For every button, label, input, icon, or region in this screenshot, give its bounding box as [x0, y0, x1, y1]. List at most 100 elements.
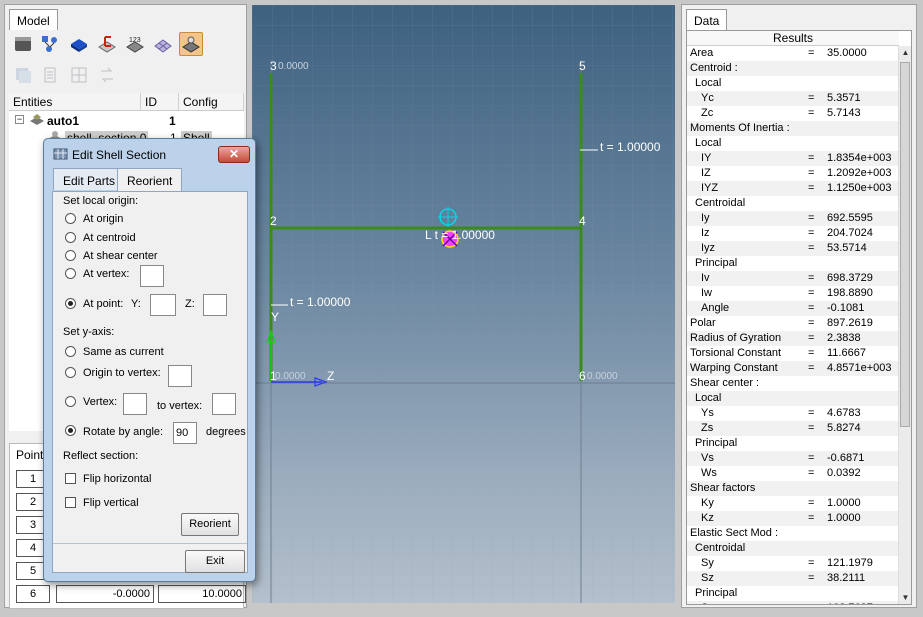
table-row[interactable]: Local: [687, 136, 899, 151]
graphics-viewport[interactable]: 3 0.0000 5 2 4 1 0.0000 6 0.0000 t = 1.0…: [252, 5, 675, 603]
table-row[interactable]: Zc = 5.7143: [687, 106, 899, 121]
table-row[interactable]: Iy = 692.5595: [687, 211, 899, 226]
scrollbar-thumb[interactable]: [900, 62, 910, 427]
table-row[interactable]: Centroidal: [687, 541, 899, 556]
from-vertex-input[interactable]: [123, 393, 147, 415]
flip-horizontal-checkbox[interactable]: [65, 473, 76, 484]
table-row[interactable]: Local: [687, 76, 899, 91]
table-row[interactable]: Principal: [687, 436, 899, 451]
at-origin-radio[interactable]: [65, 213, 76, 224]
table-row[interactable]: Centroid :: [687, 61, 899, 76]
point-z-field[interactable]: 10.0000: [158, 585, 246, 603]
shell-section-icon[interactable]: [95, 32, 119, 56]
point-index[interactable]: 6: [16, 585, 50, 603]
flip-horizontal-label[interactable]: Flip horizontal: [83, 473, 151, 485]
tab-data[interactable]: Data: [686, 9, 728, 30]
flip-vertical-checkbox[interactable]: [65, 497, 76, 508]
table-row[interactable]: Shear center :: [687, 376, 899, 391]
at-shear-center-radio[interactable]: [65, 250, 76, 261]
table-row[interactable]: Ys = 4.6783: [687, 406, 899, 421]
at-point-label[interactable]: At point:: [83, 298, 123, 310]
transfer-icon[interactable]: [95, 63, 119, 87]
table-row[interactable]: Sz = 38.2111: [687, 571, 899, 586]
table-row[interactable]: IY = 1.8354e+003: [687, 151, 899, 166]
origin-vertex-input[interactable]: [168, 365, 192, 387]
table-row[interactable]: Zs = 5.8274: [687, 421, 899, 436]
table-row[interactable]: Shear factors: [687, 481, 899, 496]
at-shear-center-label[interactable]: At shear center: [83, 250, 158, 262]
scroll-up-icon[interactable]: ▲: [899, 46, 911, 59]
table-row[interactable]: Moments Of Inertia :: [687, 121, 899, 136]
link-icon[interactable]: [39, 63, 63, 87]
at-vertex-radio[interactable]: [65, 268, 76, 279]
exit-button[interactable]: Exit: [185, 550, 245, 573]
table-row[interactable]: Warping Constant = 4.8571e+003: [687, 361, 899, 376]
import-section-icon[interactable]: 123: [123, 32, 147, 56]
table-row[interactable]: Iz = 204.7024: [687, 226, 899, 241]
table-row[interactable]: Vs = -0.6871: [687, 451, 899, 466]
reorient-button[interactable]: Reorient: [181, 513, 239, 536]
point-z-input[interactable]: [203, 294, 227, 316]
rotate-by-angle-label[interactable]: Rotate by angle:: [83, 426, 163, 438]
table-row[interactable]: Elastic Sect Mod :: [687, 526, 899, 541]
table-row[interactable]: Yc = 5.3571: [687, 91, 899, 106]
stack-icon[interactable]: [11, 63, 35, 87]
table-row[interactable]: Local: [687, 391, 899, 406]
edit-shell-section-icon[interactable]: [179, 32, 203, 56]
table-row[interactable]: Principal: [687, 586, 899, 601]
table-row[interactable]: Polar = 897.2619: [687, 316, 899, 331]
tab-reorient[interactable]: Reorient: [117, 168, 183, 192]
table-row[interactable]: IYZ = 1.1250e+003: [687, 181, 899, 196]
close-button[interactable]: ✕: [218, 146, 250, 163]
table-row[interactable]: Iv = 698.3729: [687, 271, 899, 286]
entities-column-header[interactable]: Entities: [9, 93, 141, 110]
vertex-to-vertex-radio[interactable]: [65, 396, 76, 407]
vertex-input[interactable]: [140, 265, 164, 287]
at-vertex-label[interactable]: At vertex:: [83, 268, 129, 280]
to-vertex-input[interactable]: [212, 393, 236, 415]
table-row[interactable]: Centroidal: [687, 196, 899, 211]
table-row[interactable]: Iyz = 53.5714: [687, 241, 899, 256]
origin-to-vertex-label[interactable]: Origin to vertex:: [83, 367, 161, 379]
rotate-by-angle-radio[interactable]: [65, 425, 76, 436]
at-centroid-label[interactable]: At centroid: [83, 232, 136, 244]
scroll-down-icon[interactable]: ▼: [899, 591, 911, 604]
tab-edit-parts[interactable]: Edit Parts: [53, 168, 126, 190]
table-row[interactable]: Radius of Gyration = 2.3838: [687, 331, 899, 346]
at-centroid-radio[interactable]: [65, 232, 76, 243]
result-label: Torsional Constant: [690, 347, 782, 359]
table-row[interactable]: Ws = 0.0392: [687, 466, 899, 481]
dialog-titlebar[interactable]: Edit Shell Section ✕: [44, 139, 255, 169]
results-scrollbar[interactable]: ▲ ▼: [898, 46, 911, 604]
table-row[interactable]: Sy = 121.1979: [687, 556, 899, 571]
new-section-icon[interactable]: [11, 32, 35, 56]
at-point-radio[interactable]: [65, 298, 76, 309]
table-row[interactable]: Principal: [687, 256, 899, 271]
table-row[interactable]: Area = 35.0000: [687, 46, 899, 61]
table-row[interactable]: Sv = 102.7637: [687, 601, 899, 604]
config-column-header[interactable]: Config: [179, 93, 244, 110]
table-row[interactable]: Kz = 1.0000: [687, 511, 899, 526]
same-as-current-label[interactable]: Same as current: [83, 346, 164, 358]
angle-input[interactable]: 90: [173, 422, 197, 444]
topology-icon[interactable]: [39, 32, 63, 56]
origin-to-vertex-radio[interactable]: [65, 367, 76, 378]
solid-section-icon[interactable]: [67, 32, 91, 56]
same-as-current-radio[interactable]: [65, 346, 76, 357]
at-origin-label[interactable]: At origin: [83, 213, 123, 225]
table-row[interactable]: IZ = 1.2092e+003: [687, 166, 899, 181]
collapse-icon[interactable]: −: [15, 115, 24, 124]
table-row[interactable]: Iw = 198.8890: [687, 286, 899, 301]
id-column-header[interactable]: ID: [141, 93, 179, 110]
mesh-section-icon[interactable]: [151, 32, 175, 56]
table-row[interactable]: Ky = 1.0000: [687, 496, 899, 511]
vertex-label[interactable]: Vertex:: [83, 396, 117, 408]
point-y-input[interactable]: [150, 294, 176, 316]
tree-row-model[interactable]: − auto1 1: [9, 113, 244, 129]
table-row[interactable]: Angle = -0.1081: [687, 301, 899, 316]
tab-model[interactable]: Model: [9, 9, 58, 30]
table-row[interactable]: Torsional Constant = 11.6667: [687, 346, 899, 361]
point-y-field[interactable]: -0.0000: [56, 585, 154, 603]
grid-icon[interactable]: [67, 63, 91, 87]
flip-vertical-label[interactable]: Flip vertical: [83, 497, 139, 509]
